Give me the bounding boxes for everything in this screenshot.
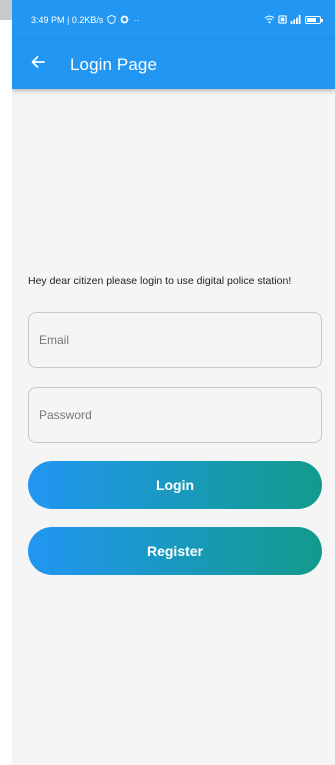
password-field[interactable] bbox=[29, 388, 321, 442]
ring-icon bbox=[120, 15, 129, 26]
register-button[interactable]: Register bbox=[28, 527, 322, 575]
email-field-container bbox=[28, 312, 322, 368]
back-button[interactable] bbox=[24, 51, 52, 79]
battery-icon bbox=[305, 16, 323, 24]
status-right bbox=[264, 14, 323, 26]
left-edge-strip bbox=[0, 0, 12, 765]
intro-text: Hey dear citizen please login to use dig… bbox=[28, 275, 292, 287]
page-title: Login Page bbox=[70, 54, 158, 74]
app-bar: Login Page bbox=[12, 40, 335, 89]
status-bar: 3:49 PM | 0.2KB/s ·· bbox=[12, 0, 335, 40]
status-more-dots: ·· bbox=[133, 15, 140, 25]
shield-icon bbox=[107, 14, 116, 26]
status-left: 3:49 PM | 0.2KB/s ·· bbox=[31, 14, 140, 26]
email-field[interactable] bbox=[29, 313, 321, 367]
login-button[interactable]: Login bbox=[28, 461, 322, 509]
sim-icon bbox=[278, 14, 287, 26]
status-time-speed: 3:49 PM | 0.2KB/s bbox=[31, 15, 104, 25]
signal-icon bbox=[290, 14, 302, 26]
left-edge-corner bbox=[0, 0, 12, 20]
wifi-icon bbox=[264, 15, 275, 26]
arrow-left-icon bbox=[30, 54, 46, 75]
phone-screen: 3:49 PM | 0.2KB/s ·· Login Page Hey dear… bbox=[12, 0, 335, 765]
password-field-container bbox=[28, 387, 322, 443]
